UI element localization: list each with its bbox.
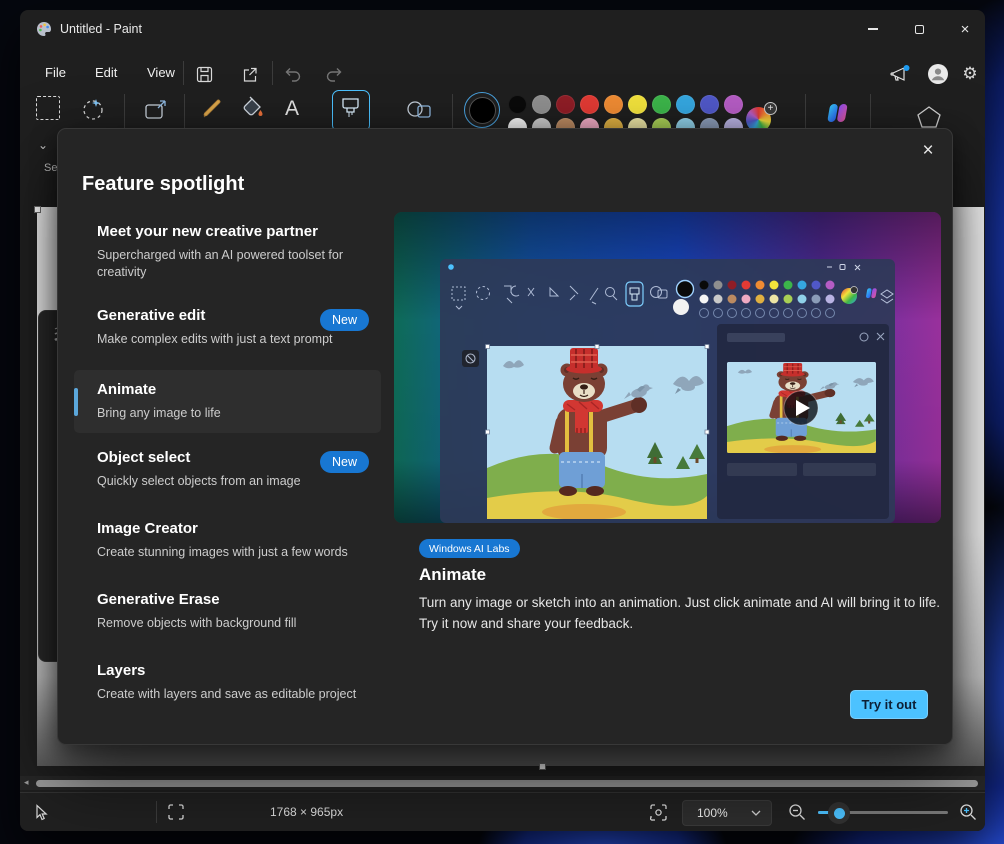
- detail-description: Turn any image or sketch into an animati…: [419, 593, 941, 635]
- paint-logo-icon: [36, 21, 52, 37]
- selection-size-icon[interactable]: [162, 799, 190, 825]
- preview-play-button: [784, 391, 818, 425]
- feature-item-object-select[interactable]: Object select Quickly select objects fro…: [74, 441, 381, 499]
- color-swatch[interactable]: [724, 95, 743, 114]
- color-swatch[interactable]: [556, 95, 575, 114]
- fill-bucket-icon[interactable]: [238, 94, 268, 124]
- magic-select-icon[interactable]: [78, 94, 108, 124]
- account-icon[interactable]: [923, 59, 953, 89]
- selection-handle[interactable]: [539, 763, 546, 770]
- fit-to-screen-icon[interactable]: [644, 799, 672, 825]
- divider: [183, 61, 184, 85]
- copilot-icon[interactable]: [822, 98, 852, 128]
- color-swatch[interactable]: [700, 95, 719, 114]
- feature-title: Generative Erase: [97, 591, 369, 608]
- color-swatch[interactable]: [628, 95, 647, 114]
- redo-icon[interactable]: [320, 60, 348, 88]
- shapes-icon[interactable]: [402, 94, 436, 126]
- menu-view[interactable]: View: [133, 58, 189, 88]
- text-tool-icon[interactable]: A: [278, 94, 306, 124]
- zoom-level-value: 100%: [697, 806, 728, 820]
- feature-desc: Create with layers and save as editable …: [97, 686, 369, 703]
- titlebar: Untitled - Paint ×: [20, 10, 985, 48]
- desktop-wallpaper: Untitled - Paint × File Edit View ⚙: [0, 0, 1004, 844]
- paint-window: Untitled - Paint × File Edit View ⚙: [20, 10, 985, 831]
- color-swatch[interactable]: [652, 95, 671, 114]
- dialog-close-icon[interactable]: ×: [914, 137, 942, 165]
- pencil-icon[interactable]: [198, 94, 226, 124]
- feature-title: Animate: [97, 381, 369, 398]
- close-button[interactable]: ×: [942, 10, 985, 48]
- try-it-out-button[interactable]: Try it out: [850, 690, 928, 719]
- selected-accent-bar: [74, 388, 78, 416]
- color-swatch[interactable]: [532, 95, 551, 114]
- color-swatch[interactable]: [580, 95, 599, 114]
- zoom-dropdown[interactable]: 100%: [682, 800, 772, 826]
- feature-item-image-creator[interactable]: Image Creator Create stunning images wit…: [74, 512, 381, 567]
- image-resize-icon[interactable]: [140, 94, 172, 126]
- brushes-tool-selected[interactable]: [332, 90, 370, 132]
- new-badge: New: [320, 309, 369, 331]
- feature-item-animate-selected[interactable]: Animate Bring any image to life: [74, 370, 381, 433]
- feature-desc: Quickly select objects from an image: [97, 473, 369, 490]
- chevron-down-icon: [751, 810, 761, 816]
- feature-desc: Supercharged with an AI powered toolset …: [97, 247, 365, 281]
- pointer-cursor-icon[interactable]: [28, 799, 56, 825]
- maximize-button[interactable]: [896, 10, 942, 48]
- feature-item-creative-partner[interactable]: Meet your new creative partner Superchar…: [74, 215, 381, 287]
- feature-desc: Create stunning images with just a few w…: [97, 544, 369, 561]
- scrollbar-thumb[interactable]: [36, 780, 978, 787]
- zoom-slider-handle[interactable]: [828, 802, 850, 824]
- feature-preview-image: [394, 212, 941, 523]
- divider: [156, 801, 157, 823]
- detail-title: Animate: [419, 565, 486, 585]
- zoom-out-icon[interactable]: [783, 799, 811, 825]
- horizontal-scrollbar[interactable]: ◂: [20, 776, 985, 790]
- window-title: Untitled - Paint: [60, 22, 142, 36]
- selection-handle[interactable]: [34, 206, 41, 213]
- feature-spotlight-dialog: × Feature spotlight Meet your new creati…: [57, 128, 953, 745]
- palette-row-1: [508, 95, 748, 114]
- color-swatch[interactable]: [604, 95, 623, 114]
- settings-gear-icon[interactable]: ⚙: [956, 59, 984, 89]
- feature-title: Meet your new creative partner: [97, 223, 369, 240]
- selected-color-indicator[interactable]: [464, 92, 500, 128]
- add-color-plus-icon: +: [764, 102, 777, 115]
- feature-item-generative-edit[interactable]: Generative edit Make complex edits with …: [74, 299, 381, 357]
- feature-desc: Make complex edits with just a text prom…: [97, 331, 369, 348]
- feature-item-generative-erase[interactable]: Generative Erase Remove objects with bac…: [74, 583, 381, 638]
- undo-icon[interactable]: [279, 60, 307, 88]
- windows-ai-labs-badge: Windows AI Labs: [419, 539, 520, 558]
- feature-title: Image Creator: [97, 520, 369, 537]
- minimize-button[interactable]: [850, 10, 896, 48]
- dialog-title: Feature spotlight: [82, 173, 244, 196]
- share-icon[interactable]: [236, 60, 264, 88]
- save-icon[interactable]: [190, 60, 218, 88]
- rectangle-select-icon[interactable]: [36, 96, 60, 120]
- divider: [272, 61, 273, 85]
- color-swatch[interactable]: [676, 95, 695, 114]
- feedback-megaphone-icon[interactable]: [886, 59, 916, 89]
- feature-desc: Bring any image to life: [97, 405, 369, 422]
- scroll-left-arrow-icon[interactable]: ◂: [24, 777, 29, 788]
- preview-animate-panel: [717, 324, 889, 519]
- color-swatch[interactable]: [508, 95, 527, 114]
- menu-file[interactable]: File: [31, 58, 80, 88]
- canvas-size-label: 1768 × 965px: [270, 805, 343, 819]
- preview-bear-illustration: [487, 346, 707, 520]
- selection-chevron-down-icon[interactable]: ⌄: [38, 138, 48, 152]
- feature-desc: Remove objects with background fill: [97, 615, 369, 632]
- menu-edit[interactable]: Edit: [81, 58, 131, 88]
- status-bar: 1768 × 965px 100%: [20, 792, 985, 831]
- zoom-in-icon[interactable]: [954, 799, 982, 825]
- new-badge: New: [320, 451, 369, 473]
- feature-title: Layers: [97, 662, 369, 679]
- feature-item-layers[interactable]: Layers Create with layers and save as ed…: [74, 654, 381, 709]
